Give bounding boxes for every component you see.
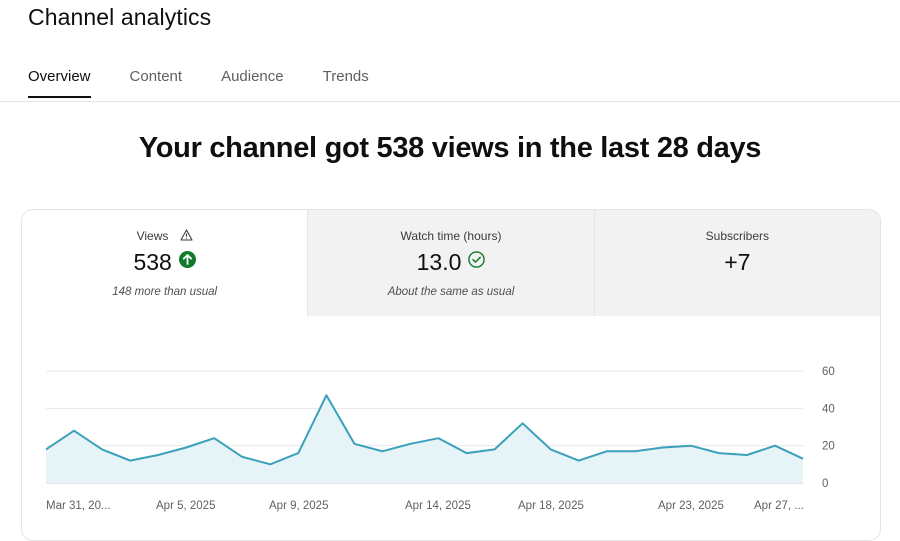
y-tick-label: 60: [822, 366, 835, 378]
metric-views-value: 538: [133, 248, 172, 275]
metric-views-label: Views: [136, 229, 169, 243]
tab-trends[interactable]: Trends: [323, 68, 369, 98]
views-chart[interactable]: 0 20 40 60 Mar 31, 20... Apr 5, 2025 Apr 9, 20…: [22, 316, 880, 540]
metric-watch-time-label: Watch time (hours): [400, 229, 502, 243]
page-title: Channel analytics: [28, 4, 212, 30]
warning-icon[interactable]: [180, 229, 193, 244]
metric-subscribers[interactable]: Subscribers +7: [593, 210, 880, 316]
y-tick-label: 0: [822, 478, 828, 490]
tab-audience[interactable]: Audience: [221, 68, 284, 98]
views-chart-svg: 0 20 40 60 Mar 31, 20... Apr 5, 2025 Apr 9, 20…: [45, 366, 835, 512]
metric-views[interactable]: Views 538 148 more than usual: [22, 210, 307, 316]
y-tick-label: 20: [822, 441, 835, 453]
metric-subscribers-label: Subscribers: [705, 229, 769, 243]
x-tick-label: Apr 18, 2025: [518, 500, 584, 512]
x-tick-label: Apr 14, 2025: [405, 500, 471, 512]
x-tick-label: Apr 5, 2025: [156, 500, 215, 512]
metric-watch-time[interactable]: Watch time (hours) 13.0 About the same a…: [307, 210, 594, 316]
metric-watch-time-subtext: About the same as usual: [387, 286, 515, 298]
check-circle-icon: [468, 251, 486, 273]
metrics-card: Views 538 148 more than usual Watch time…: [21, 209, 881, 541]
x-tick-label: Mar 31, 20...: [46, 500, 111, 512]
tab-bar: Overview Content Audience Trends: [28, 68, 408, 98]
metric-subscribers-value: +7: [724, 248, 751, 275]
summary-headline: Your channel got 538 views in the last 2…: [138, 132, 762, 164]
metric-watch-time-value: 13.0: [416, 248, 462, 275]
tab-content[interactable]: Content: [130, 68, 183, 98]
y-tick-label: 40: [822, 403, 835, 415]
metric-tabs: Views 538 148 more than usual Watch time…: [22, 210, 880, 316]
metric-views-subtext: 148 more than usual: [112, 286, 218, 298]
arrow-up-circle-icon: [178, 251, 196, 273]
x-tick-label: Apr 9, 2025: [269, 500, 328, 512]
x-tick-label: Apr 27, ...: [754, 500, 804, 512]
x-tick-label: Apr 23, 2025: [658, 500, 724, 512]
tab-overview[interactable]: Overview: [28, 68, 91, 98]
tabs-divider: [0, 101, 900, 102]
